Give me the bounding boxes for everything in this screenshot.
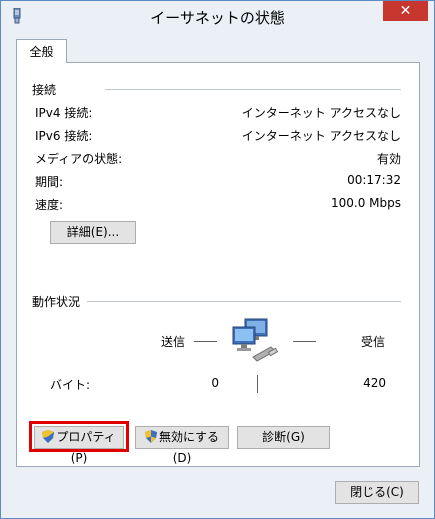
general-panel: [16, 62, 420, 467]
bytes-sent-value: 0: [211, 376, 219, 390]
title-bar: イーサネットの状態 ✕: [1, 1, 434, 31]
received-label: 受信: [361, 335, 386, 349]
speed-label: 速度:: [35, 198, 64, 212]
tab-general[interactable]: 全般: [16, 39, 67, 63]
sent-label: 送信: [161, 335, 186, 349]
received-line: [293, 341, 316, 342]
ipv4-value: インターネット アクセスなし: [241, 106, 401, 120]
bytes-label: バイト:: [50, 378, 91, 392]
bytes-divider: [257, 375, 258, 393]
disable-button[interactable]: 無効にする(D): [135, 426, 229, 465]
activity-section-title: 動作状況: [32, 295, 81, 309]
close-button[interactable]: 閉じる(C): [335, 481, 419, 504]
diagnose-button[interactable]: 診断(G): [237, 426, 330, 449]
ipv6-label: IPv6 接続:: [35, 129, 93, 143]
ipv4-label: IPv4 接続:: [35, 106, 93, 120]
speed-value: 100.0 Mbps: [330, 196, 401, 210]
media-state-label: メディアの状態:: [35, 152, 123, 166]
duration-label: 期間:: [35, 175, 64, 189]
ethernet-status-dialog: イーサネットの状態 ✕ 全般 接続 IPv4 接続: インターネット アクセスな…: [0, 0, 435, 519]
connection-section-title: 接続: [32, 83, 57, 97]
activity-divider: [87, 301, 401, 302]
ipv6-value: インターネット アクセスなし: [241, 129, 401, 143]
connection-divider: [105, 89, 401, 90]
window-title: イーサネットの状態: [150, 9, 285, 27]
properties-highlight-box: [29, 421, 129, 452]
bytes-received-value: 420: [363, 376, 386, 390]
shield-icon: [144, 430, 157, 443]
sent-line: [194, 341, 217, 342]
media-state-value: 有効: [376, 152, 401, 166]
dialog-footer: 閉じる(C): [1, 468, 434, 518]
window-close-button[interactable]: ✕: [383, 1, 428, 21]
network-computers-icon: [232, 318, 279, 362]
duration-value: 00:17:32: [347, 173, 401, 187]
details-button[interactable]: 詳細(E)...: [50, 221, 136, 244]
